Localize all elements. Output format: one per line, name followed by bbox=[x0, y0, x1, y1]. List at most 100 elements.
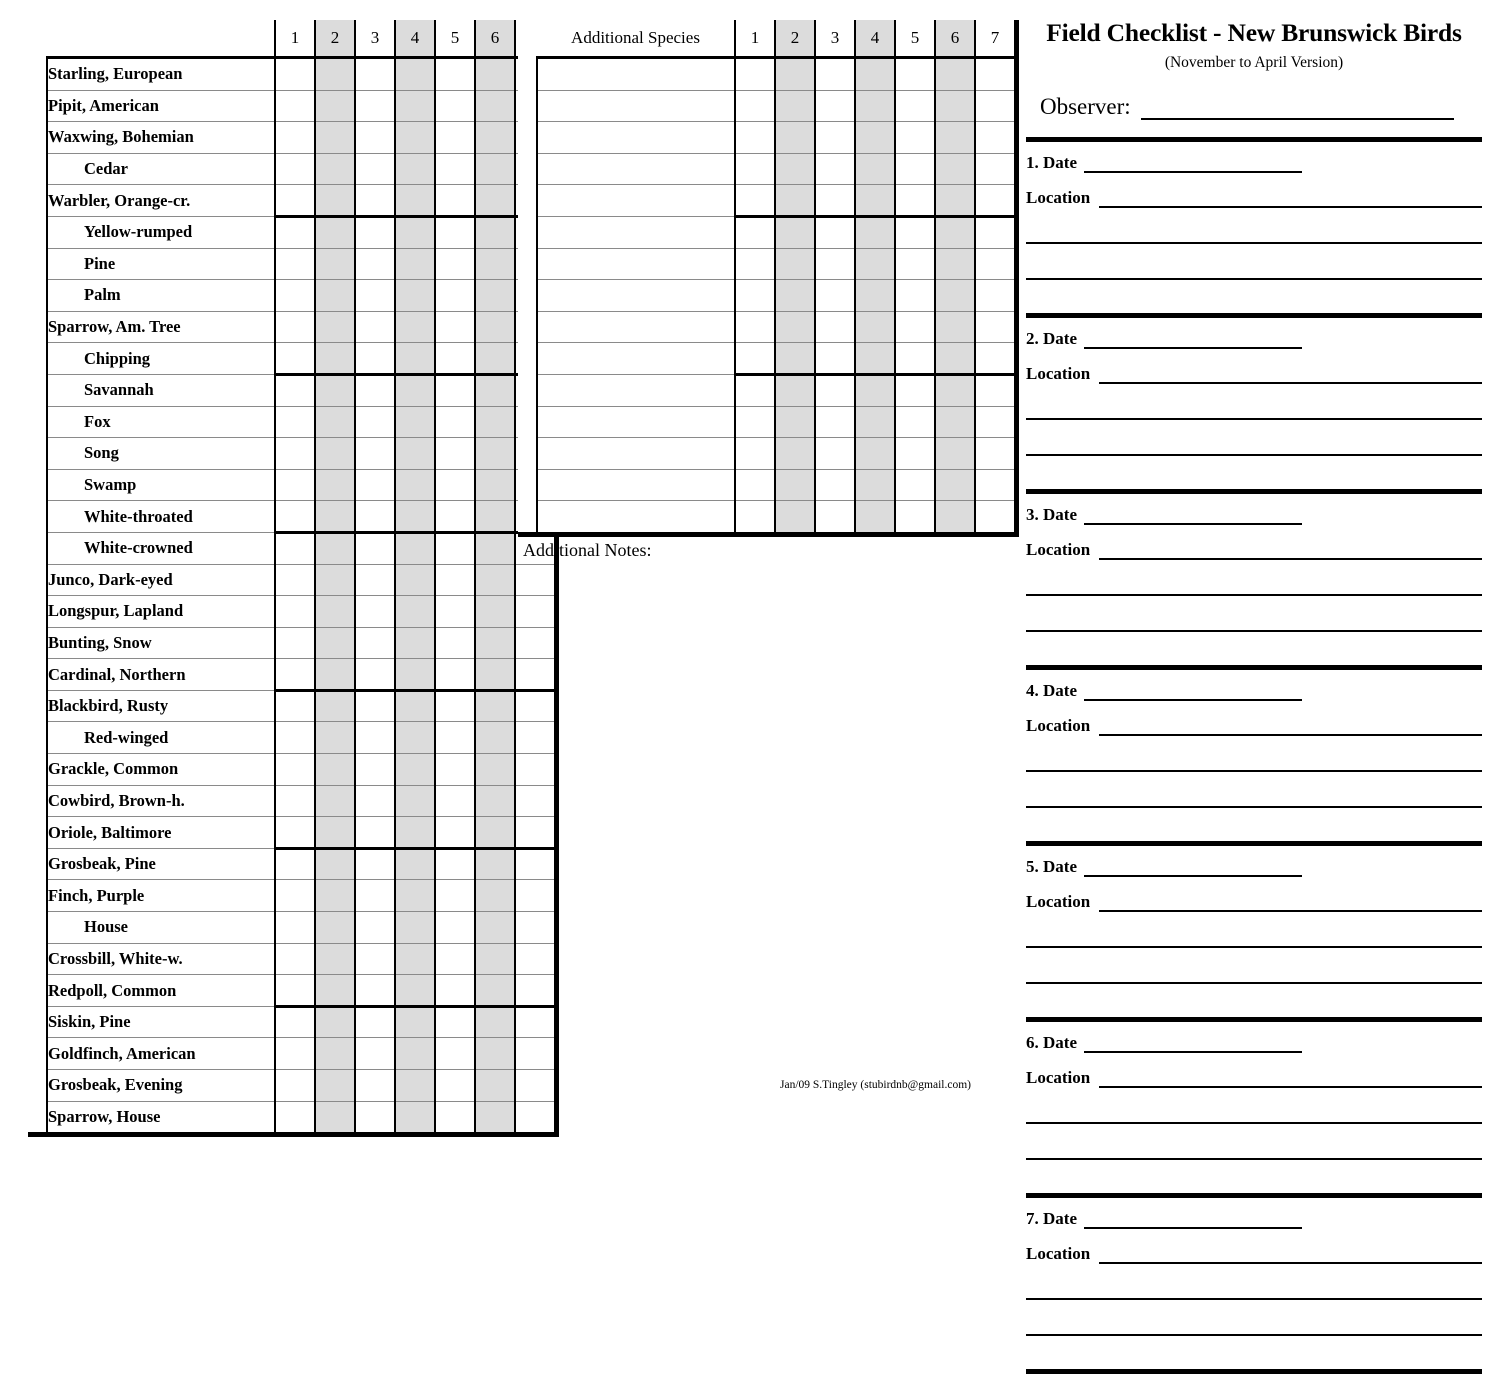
species-check-cell[interactable] bbox=[515, 974, 554, 1008]
additional-check-cell[interactable] bbox=[895, 374, 936, 407]
species-check-cell[interactable] bbox=[435, 279, 476, 312]
additional-check-cell[interactable] bbox=[975, 406, 1014, 439]
species-check-cell[interactable] bbox=[275, 311, 316, 344]
species-check-cell[interactable] bbox=[395, 57, 436, 91]
additional-check-cell[interactable] bbox=[975, 216, 1014, 249]
species-check-cell[interactable] bbox=[395, 1069, 436, 1102]
species-check-cell[interactable] bbox=[435, 532, 476, 565]
species-check-cell[interactable] bbox=[355, 279, 396, 312]
species-check-cell[interactable] bbox=[315, 1101, 356, 1133]
species-check-cell[interactable] bbox=[315, 532, 356, 565]
species-check-cell[interactable] bbox=[315, 311, 356, 344]
additional-check-cell[interactable] bbox=[975, 90, 1014, 123]
species-check-cell[interactable] bbox=[395, 627, 436, 660]
species-check-cell[interactable] bbox=[275, 627, 316, 660]
species-check-cell[interactable] bbox=[395, 943, 436, 976]
additional-check-cell[interactable] bbox=[855, 374, 896, 407]
additional-check-cell[interactable] bbox=[815, 374, 856, 407]
species-check-cell[interactable] bbox=[275, 153, 316, 186]
additional-species-input[interactable] bbox=[537, 406, 736, 439]
species-check-cell[interactable] bbox=[315, 216, 356, 249]
species-check-cell[interactable] bbox=[315, 184, 356, 218]
species-check-cell[interactable] bbox=[475, 658, 516, 692]
species-check-cell[interactable] bbox=[395, 532, 436, 565]
additional-species-input[interactable] bbox=[537, 153, 736, 186]
date-input[interactable] bbox=[1083, 328, 1302, 350]
species-check-cell[interactable] bbox=[475, 627, 516, 660]
additional-check-cell[interactable] bbox=[975, 311, 1014, 344]
species-check-cell[interactable] bbox=[275, 1006, 316, 1039]
species-check-cell[interactable] bbox=[315, 406, 356, 439]
species-check-cell[interactable] bbox=[355, 911, 396, 944]
species-check-cell[interactable] bbox=[395, 311, 436, 344]
species-check-cell[interactable] bbox=[275, 342, 316, 376]
species-check-cell[interactable] bbox=[435, 1069, 476, 1102]
species-check-cell[interactable] bbox=[515, 1101, 554, 1133]
species-check-cell[interactable] bbox=[395, 658, 436, 692]
species-check-cell[interactable] bbox=[275, 879, 316, 913]
additional-check-cell[interactable] bbox=[935, 57, 976, 91]
location-input[interactable] bbox=[1099, 1243, 1482, 1265]
additional-check-cell[interactable] bbox=[855, 184, 896, 218]
additional-check-cell[interactable] bbox=[815, 90, 856, 123]
additional-species-input[interactable] bbox=[537, 121, 736, 154]
additional-check-cell[interactable] bbox=[735, 121, 776, 154]
species-check-cell[interactable] bbox=[355, 721, 396, 755]
species-check-cell[interactable] bbox=[475, 753, 516, 786]
additional-check-cell[interactable] bbox=[775, 279, 816, 312]
species-check-cell[interactable] bbox=[315, 342, 356, 376]
species-check-cell[interactable] bbox=[355, 848, 396, 881]
species-check-cell[interactable] bbox=[475, 469, 516, 502]
species-check-cell[interactable] bbox=[475, 911, 516, 944]
species-check-cell[interactable] bbox=[395, 1006, 436, 1039]
species-check-cell[interactable] bbox=[275, 184, 316, 218]
additional-check-cell[interactable] bbox=[775, 406, 816, 439]
species-check-cell[interactable] bbox=[475, 1101, 516, 1133]
species-check-cell[interactable] bbox=[475, 690, 516, 723]
location-extra-line[interactable] bbox=[1026, 787, 1482, 809]
additional-check-cell[interactable] bbox=[975, 500, 1014, 532]
species-check-cell[interactable] bbox=[275, 532, 316, 565]
date-input[interactable] bbox=[1083, 152, 1302, 174]
species-check-cell[interactable] bbox=[395, 690, 436, 723]
species-check-cell[interactable] bbox=[435, 974, 476, 1008]
additional-check-cell[interactable] bbox=[895, 90, 936, 123]
additional-check-cell[interactable] bbox=[975, 279, 1014, 312]
additional-check-cell[interactable] bbox=[735, 248, 776, 281]
additional-check-cell[interactable] bbox=[735, 90, 776, 123]
species-check-cell[interactable] bbox=[275, 848, 316, 881]
location-input[interactable] bbox=[1099, 715, 1482, 737]
species-check-cell[interactable] bbox=[515, 627, 554, 660]
species-check-cell[interactable] bbox=[435, 406, 476, 439]
additional-check-cell[interactable] bbox=[815, 500, 856, 532]
additional-check-cell[interactable] bbox=[855, 90, 896, 123]
additional-species-input[interactable] bbox=[537, 248, 736, 281]
date-input[interactable] bbox=[1083, 504, 1302, 526]
species-check-cell[interactable] bbox=[395, 753, 436, 786]
additional-check-cell[interactable] bbox=[975, 184, 1014, 218]
species-check-cell[interactable] bbox=[355, 469, 396, 502]
species-check-cell[interactable] bbox=[355, 406, 396, 439]
additional-check-cell[interactable] bbox=[775, 437, 816, 470]
species-check-cell[interactable] bbox=[395, 216, 436, 249]
species-check-cell[interactable] bbox=[475, 216, 516, 249]
additional-species-input[interactable] bbox=[537, 342, 736, 375]
location-extra-line[interactable] bbox=[1026, 223, 1482, 245]
additional-check-cell[interactable] bbox=[775, 248, 816, 281]
additional-check-cell[interactable] bbox=[815, 406, 856, 439]
species-check-cell[interactable] bbox=[355, 785, 396, 818]
additional-check-cell[interactable] bbox=[815, 279, 856, 312]
species-check-cell[interactable] bbox=[315, 500, 356, 534]
species-check-cell[interactable] bbox=[395, 153, 436, 186]
species-check-cell[interactable] bbox=[515, 879, 554, 913]
additional-check-cell[interactable] bbox=[775, 500, 816, 532]
species-check-cell[interactable] bbox=[435, 342, 476, 376]
additional-check-cell[interactable] bbox=[935, 121, 976, 154]
species-check-cell[interactable] bbox=[275, 564, 316, 597]
additional-species-input[interactable] bbox=[537, 57, 736, 91]
additional-check-cell[interactable] bbox=[855, 216, 896, 249]
species-check-cell[interactable] bbox=[355, 121, 396, 154]
species-check-cell[interactable] bbox=[475, 153, 516, 186]
additional-check-cell[interactable] bbox=[775, 184, 816, 218]
species-check-cell[interactable] bbox=[315, 469, 356, 502]
